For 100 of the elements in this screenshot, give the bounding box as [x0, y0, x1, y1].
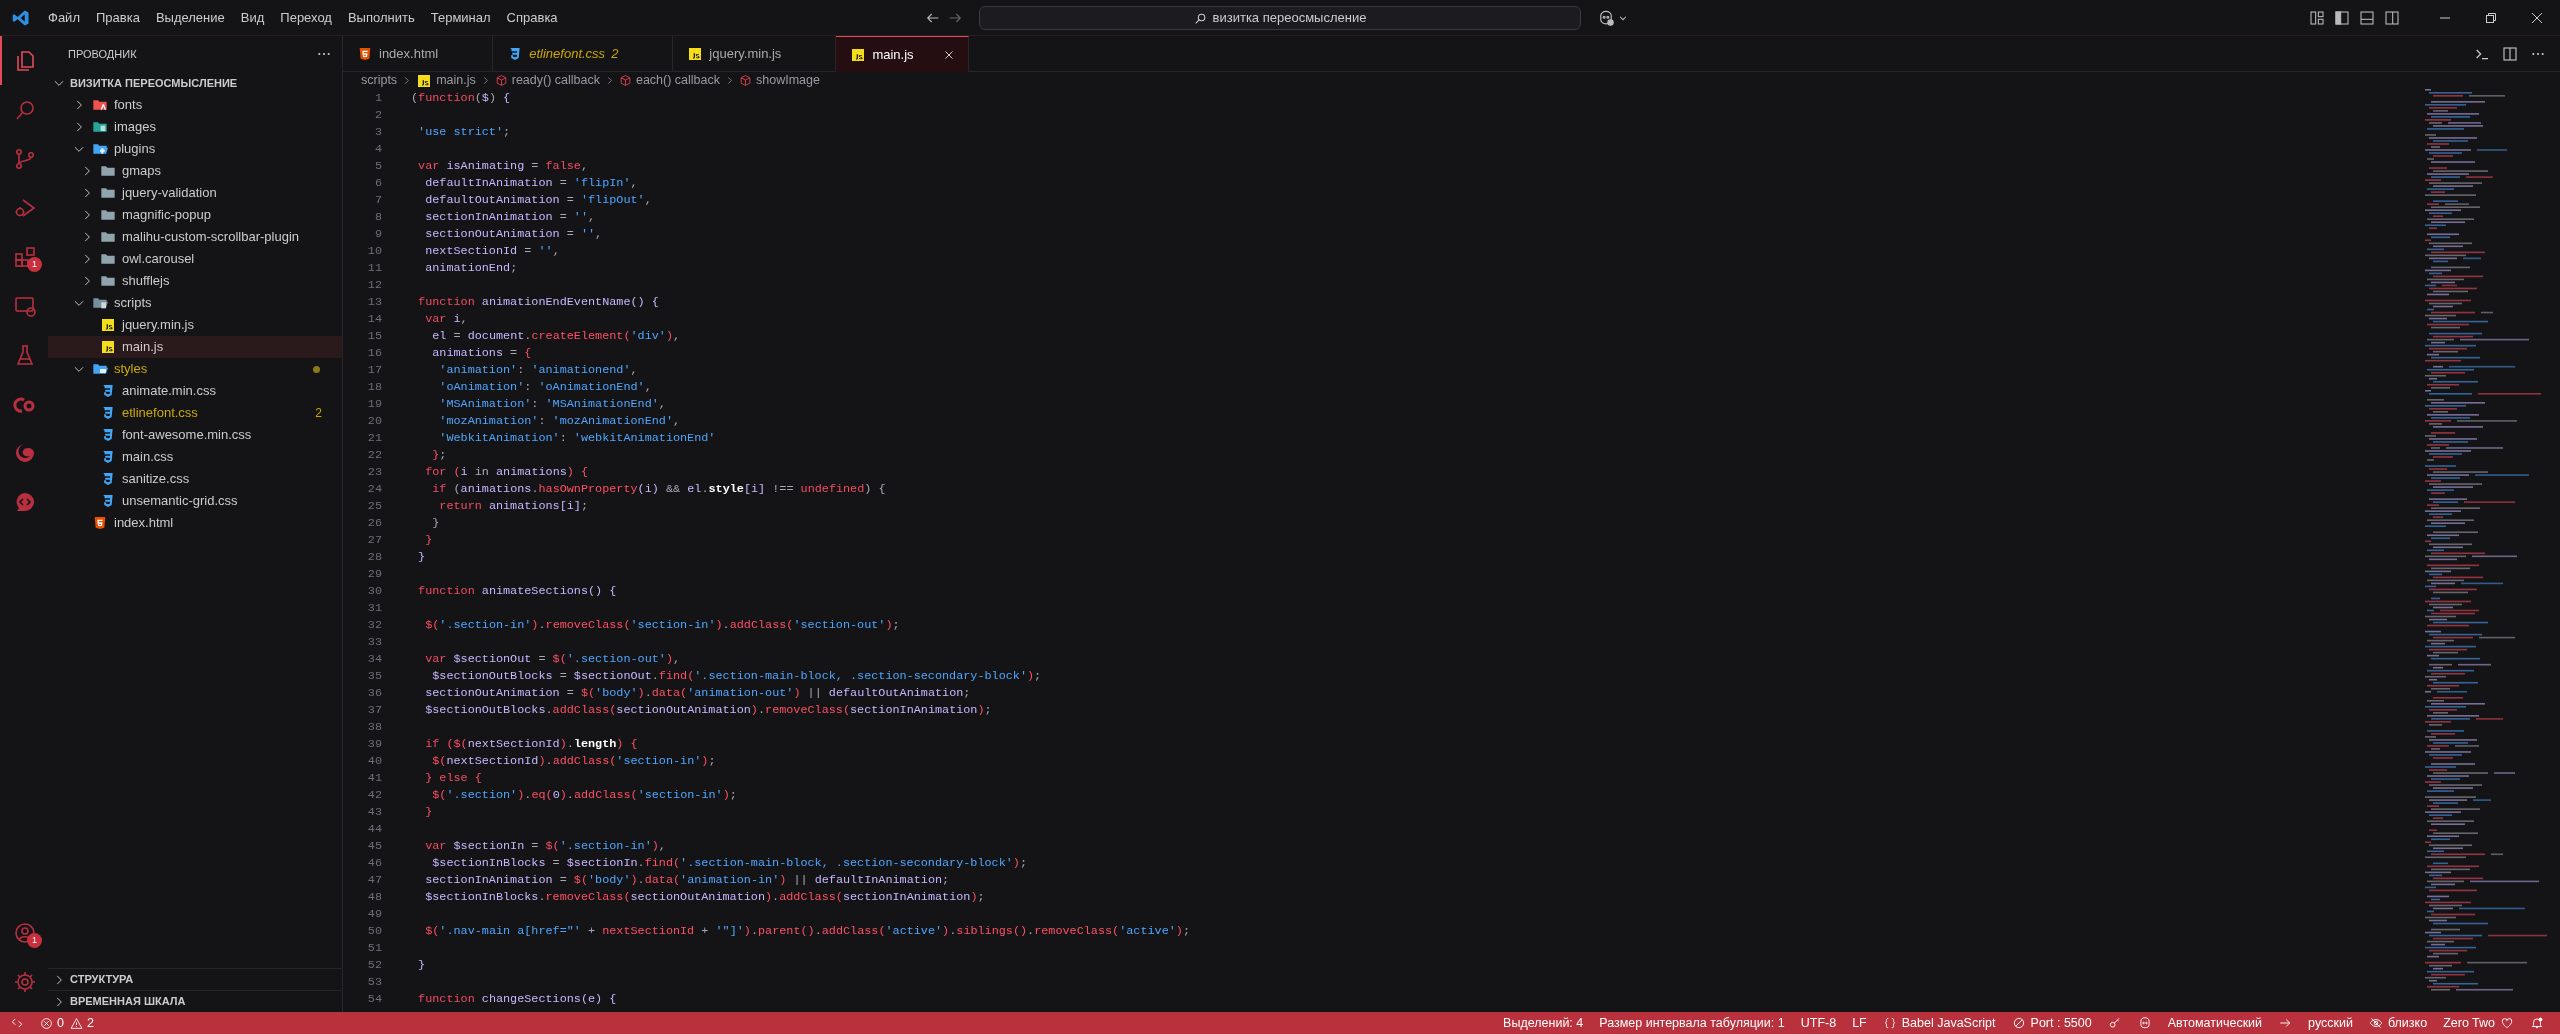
- line-number: 4: [373, 140, 382, 158]
- line-number: 13: [366, 293, 382, 311]
- tree-item[interactable]: main.css: [48, 446, 342, 468]
- status-item[interactable]: UTF-8: [1792, 1012, 1845, 1034]
- tree-item[interactable]: font-awesome.min.css: [48, 424, 342, 446]
- line-number: 33: [366, 633, 382, 651]
- line-number: 8: [373, 208, 382, 226]
- status-item[interactable]: близко: [2360, 1012, 2436, 1034]
- badge: 1: [27, 257, 42, 272]
- tree-item[interactable]: gmaps: [48, 160, 342, 182]
- code-line: } else {: [424, 769, 482, 787]
- tree-item[interactable]: unsemantic-grid.css: [48, 490, 342, 512]
- heart-icon: [2500, 1016, 2514, 1030]
- line-number: 12: [366, 276, 382, 294]
- menu-item[interactable]: Правка: [87, 8, 148, 28]
- menu-item[interactable]: Переход: [272, 8, 340, 28]
- status-item[interactable]: Размер интервала табуляции: 1: [1591, 1012, 1793, 1034]
- tree-item[interactable]: main.js: [48, 336, 342, 358]
- code-line: sectionOutAnimation = $('body').data('animation-out') || defaultOutAnimation;: [424, 684, 971, 702]
- status-item[interactable]: Babel JavaScript: [1874, 1012, 2004, 1034]
- tree-item[interactable]: plugins: [48, 138, 342, 160]
- js-file-icon: [416, 72, 433, 89]
- error-icon: [40, 1016, 53, 1030]
- activity-button[interactable]: 1: [0, 232, 48, 281]
- code-line: }: [424, 531, 433, 549]
- restore-icon: [2485, 12, 2497, 24]
- secondary-sidebar-icon[interactable]: [2384, 10, 2400, 26]
- tree-item[interactable]: owl.carousel: [48, 248, 342, 270]
- line-number: 35: [366, 667, 382, 685]
- line-number: 5: [373, 157, 382, 175]
- folder-icon: [92, 97, 108, 113]
- menu-item[interactable]: Файл: [40, 8, 88, 28]
- panel-toggle-icon[interactable]: [2359, 10, 2375, 26]
- code-line: };: [431, 446, 447, 464]
- line-number: 27: [366, 531, 382, 549]
- editor-tab[interactable]: etlinefont.css 2: [493, 36, 674, 72]
- editor-tab[interactable]: main.js: [836, 36, 969, 72]
- breadcrumb-item[interactable]: showImage: [739, 71, 820, 90]
- tree-section-header[interactable]: ВИЗИТКА ПЕРЕОСМЫСЛЕНИЕ: [48, 72, 342, 94]
- tree-item[interactable]: magnific-popup: [48, 204, 342, 226]
- menu-item[interactable]: Выполнить: [339, 8, 423, 28]
- warning-icon: [69, 1016, 83, 1030]
- tree-item[interactable]: shufflejs: [48, 270, 342, 292]
- status-item[interactable]: русский: [2300, 1012, 2361, 1034]
- breadcrumb-item[interactable]: main.js: [416, 71, 476, 90]
- status-item[interactable]: Выделений: 4: [1495, 1012, 1592, 1034]
- status-item[interactable]: Port : 5500: [2003, 1012, 2100, 1034]
- tree-item[interactable]: jquery.min.js: [48, 314, 342, 336]
- line-number: 52: [366, 956, 382, 974]
- folder-icon: [100, 185, 116, 201]
- tree-item[interactable]: malihu-custom-scrollbar-plugin: [48, 226, 342, 248]
- tree-item[interactable]: scripts: [48, 292, 342, 314]
- menu-item[interactable]: Вид: [232, 8, 273, 28]
- line-number: 14: [366, 310, 382, 328]
- panel-header[interactable]: СТРУКТУРА: [48, 968, 342, 990]
- breadcrumb-item[interactable]: ready() callback: [494, 71, 600, 90]
- menu-item[interactable]: Выделение: [147, 8, 233, 28]
- tree-item[interactable]: animate.min.css: [48, 380, 342, 402]
- tree-item[interactable]: fonts: [48, 94, 342, 116]
- copilot-icon: [2137, 1016, 2152, 1030]
- branch-icon: [13, 146, 37, 171]
- editor-tab[interactable]: index.html: [343, 36, 494, 72]
- status-item[interactable]: LF: [1844, 1012, 1875, 1034]
- editor-tab[interactable]: jquery.min.js: [673, 36, 837, 72]
- line-number: 54: [366, 990, 382, 1008]
- breadcrumb-item[interactable]: each() callback: [618, 71, 721, 90]
- breadcrumb-item[interactable]: scripts: [361, 71, 398, 90]
- code-line: (function($) {: [411, 89, 511, 107]
- status-item[interactable]: Автоматический: [2159, 1012, 2271, 1034]
- line-number: 47: [366, 871, 382, 889]
- menu-item[interactable]: Справка: [498, 8, 566, 28]
- tree-item[interactable]: index.html: [48, 512, 342, 534]
- code-line: $sectionOutBlocks = $sectionOut.find('.section-main-block, .section-secondary-block');: [431, 667, 1042, 685]
- split-editor-icon[interactable]: [2502, 45, 2518, 62]
- menu-item[interactable]: Терминал: [422, 8, 499, 28]
- copilot-button[interactable]: [1597, 9, 1628, 27]
- folder-icon: [100, 207, 116, 223]
- tree-item[interactable]: jquery-validation: [48, 182, 342, 204]
- status-item[interactable]: Zero Two: [2435, 1012, 2522, 1034]
- problems-status[interactable]: 0 2: [34, 1012, 100, 1034]
- line-number: 25: [366, 497, 382, 515]
- layout-icon[interactable]: [2309, 10, 2325, 26]
- tree-item[interactable]: sanitize.css: [48, 468, 342, 490]
- search-field[interactable]: визитка переосмысление: [979, 6, 1581, 30]
- sidebar-toggle-icon[interactable]: [2334, 10, 2350, 26]
- bell-icon: [2530, 1016, 2544, 1030]
- code-line: $sectionInBlocks = $sectionIn.find('.section-main-block, .section-secondary-block');: [431, 854, 1027, 872]
- line-number: 10: [366, 242, 382, 260]
- key-icon: [2107, 1016, 2122, 1030]
- line-number: 20: [366, 412, 382, 430]
- line-number: 28: [366, 548, 382, 566]
- line-number: 41: [366, 769, 382, 787]
- no-entry-icon: [2011, 1016, 2026, 1030]
- line-number: 24: [366, 480, 382, 498]
- line-number: 26: [366, 514, 382, 532]
- tree-item[interactable]: styles: [48, 358, 342, 380]
- tree-item[interactable]: etlinefont.css 2: [48, 402, 342, 424]
- activity-button[interactable]: 1: [0, 908, 48, 957]
- line-number: 11: [366, 259, 382, 277]
- tree-item[interactable]: images: [48, 116, 342, 138]
